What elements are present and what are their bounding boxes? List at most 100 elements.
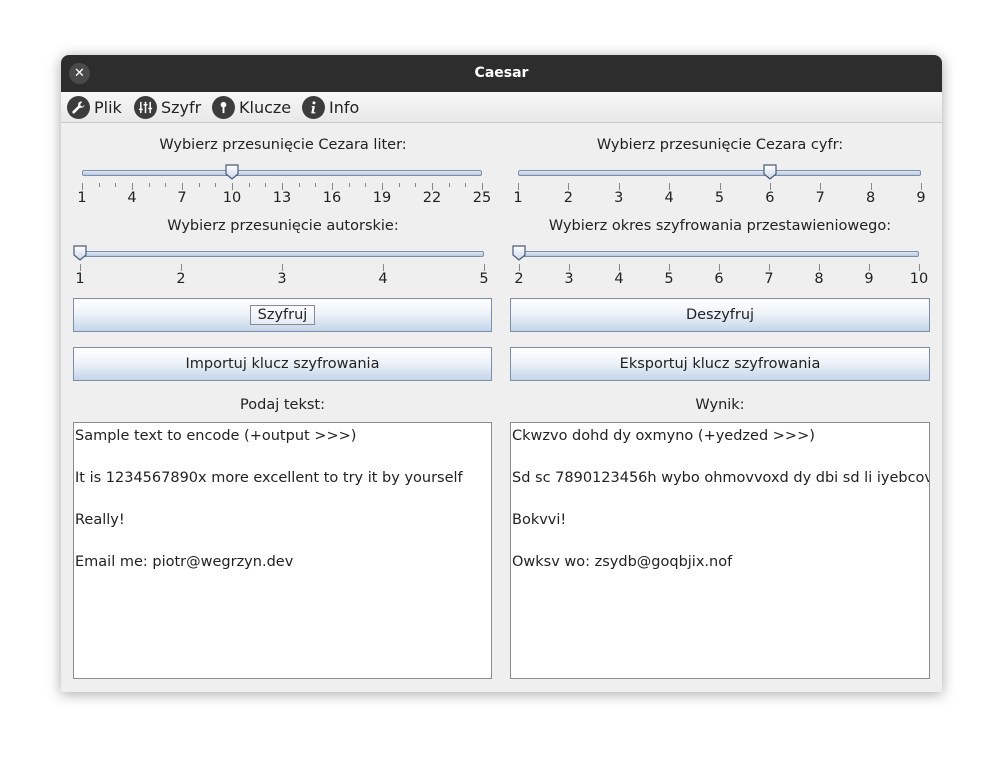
- slider-track: [82, 170, 482, 176]
- title-bar: ✕ Caesar: [61, 55, 942, 92]
- slider-tick-label: 5: [479, 271, 489, 287]
- menu-info-label: Info: [329, 97, 360, 117]
- import-key-button[interactable]: Importuj klucz szyfrowania: [73, 347, 492, 381]
- letters-shift-label: Wybierz przesunięcie Cezara liter:: [159, 137, 407, 153]
- slider-major-tick: [669, 183, 671, 190]
- slider-track: [80, 251, 484, 257]
- slider-major-tick: [618, 183, 620, 190]
- slider-tick-label: 1: [75, 271, 85, 287]
- export-key-button[interactable]: Eksportuj klucz szyfrowania: [510, 347, 930, 381]
- slider-tick-label: 5: [714, 190, 725, 206]
- slider-major-tick: [181, 264, 182, 271]
- slider-major-tick: [669, 264, 670, 271]
- slider-major-tick: [719, 183, 721, 190]
- slider-track: [518, 170, 921, 176]
- slider-major-tick: [518, 183, 519, 190]
- slider-tick-label: 19: [372, 190, 392, 206]
- menu-plik-label: Plik: [94, 97, 122, 117]
- slider-tick-label: 1: [513, 190, 523, 206]
- slider-minor-tick: [248, 183, 250, 187]
- slider-major-tick: [382, 183, 383, 190]
- slider-minor-tick: [398, 183, 400, 187]
- slider-tick-label: 10: [909, 271, 929, 287]
- slider-tick-label: 13: [272, 190, 292, 206]
- slider-tick-label: 3: [614, 190, 624, 206]
- slider-major-tick: [870, 183, 872, 190]
- slider-tick-label: 7: [177, 190, 187, 206]
- slider-tick-label: 9: [916, 190, 926, 206]
- period-slider[interactable]: 2 3 4 5 6 7 8 9 10: [512, 241, 928, 287]
- slider-major-tick: [383, 264, 384, 271]
- slider-tick-label: 6: [765, 190, 775, 206]
- menu-szyfr[interactable]: Szyfr: [134, 94, 201, 120]
- digits-shift-slider[interactable]: 1 2 3 4 5 6 7 8 9: [513, 160, 926, 206]
- menu-info[interactable]: Info: [302, 94, 359, 120]
- decrypt-button-label: Deszyfruj: [685, 307, 755, 323]
- slider-minor-tick: [198, 183, 200, 187]
- slider-minor-tick: [165, 183, 167, 187]
- slider-major-tick: [619, 264, 620, 271]
- slider-major-tick: [282, 183, 283, 190]
- slider-tick-label: 7: [815, 190, 825, 206]
- slider-tick-label: 2: [514, 271, 524, 287]
- slider-tick-label: 8: [866, 190, 876, 206]
- menu-plik[interactable]: Plik: [67, 94, 122, 120]
- decrypt-button[interactable]: Deszyfruj: [510, 298, 930, 332]
- slider-major-tick: [232, 183, 233, 190]
- slider-tick-label: 3: [564, 271, 574, 287]
- slider-major-tick: [132, 183, 133, 190]
- input-label: Podaj tekst:: [240, 397, 325, 413]
- slider-major-tick: [182, 183, 183, 190]
- slider-tick-label: 1: [77, 190, 87, 206]
- slider-major-tick: [432, 183, 433, 190]
- slider-tick-label: 7: [764, 271, 774, 287]
- slider-major-tick: [484, 264, 485, 271]
- author-shift-slider[interactable]: 1 2 3 4 5: [73, 241, 489, 287]
- menu-klucze[interactable]: Klucze: [212, 94, 291, 120]
- slider-tick-label: 25: [472, 190, 492, 206]
- slider-minor-tick: [115, 183, 117, 187]
- period-label: Wybierz okres szyfrowania przestawieniow…: [548, 218, 892, 234]
- slider-major-tick: [921, 183, 922, 190]
- export-key-button-label: Eksportuj klucz szyfrowania: [619, 356, 821, 372]
- letters-shift-slider[interactable]: 1 4 7 10 13 16 19 22 25: [77, 160, 491, 206]
- digits-shift-label: Wybierz przesunięcie Cezara cyfr:: [596, 137, 844, 153]
- slider-minor-tick: [415, 183, 417, 187]
- slider-major-tick: [769, 264, 770, 271]
- menu-bar: Plik Szyfr Klucze Info: [61, 92, 942, 123]
- slider-minor-tick: [215, 183, 217, 187]
- slider-major-tick: [282, 264, 283, 271]
- slider-tick-label: 2: [563, 190, 573, 206]
- slider-thumb[interactable]: [763, 164, 777, 180]
- slider-tick-label: 3: [277, 271, 287, 287]
- slider-minor-tick: [365, 183, 367, 187]
- slider-minor-tick: [448, 183, 450, 187]
- import-key-button-label: Importuj klucz szyfrowania: [185, 356, 380, 372]
- slider-minor-tick: [98, 183, 100, 187]
- slider-minor-tick: [148, 183, 150, 187]
- info-icon: [302, 95, 325, 119]
- menu-szyfr-label: Szyfr: [161, 97, 202, 117]
- wrench-icon: [67, 95, 90, 119]
- slider-tick-label: 4: [127, 190, 137, 206]
- window-title: Caesar: [474, 65, 529, 81]
- slider-minor-tick: [298, 183, 300, 187]
- input-textarea[interactable]: Sample text to encode (+output >>>) It i…: [73, 422, 492, 679]
- slider-major-tick: [769, 183, 771, 190]
- slider-major-tick: [919, 264, 920, 271]
- slider-thumb[interactable]: [512, 245, 526, 261]
- slider-major-tick: [719, 264, 720, 271]
- slider-tick-label: 4: [614, 271, 624, 287]
- slider-tick-label: 16: [322, 190, 342, 206]
- slider-thumb[interactable]: [225, 164, 239, 180]
- slider-thumb[interactable]: [73, 245, 87, 261]
- author-shift-label: Wybierz przesunięcie autorskie:: [167, 218, 399, 234]
- encrypt-button[interactable]: Szyfruj: [73, 298, 492, 332]
- slider-minor-tick: [348, 183, 350, 187]
- output-textarea[interactable]: Ckwzvo dohd dy oxmyno (+yedzed >>>) Sd s…: [510, 422, 930, 679]
- encrypt-button-label: Szyfruj: [249, 305, 316, 325]
- slider-track: [519, 251, 919, 257]
- slider-major-tick: [82, 183, 83, 190]
- slider-major-tick: [482, 183, 483, 190]
- slider-tick-label: 2: [176, 271, 186, 287]
